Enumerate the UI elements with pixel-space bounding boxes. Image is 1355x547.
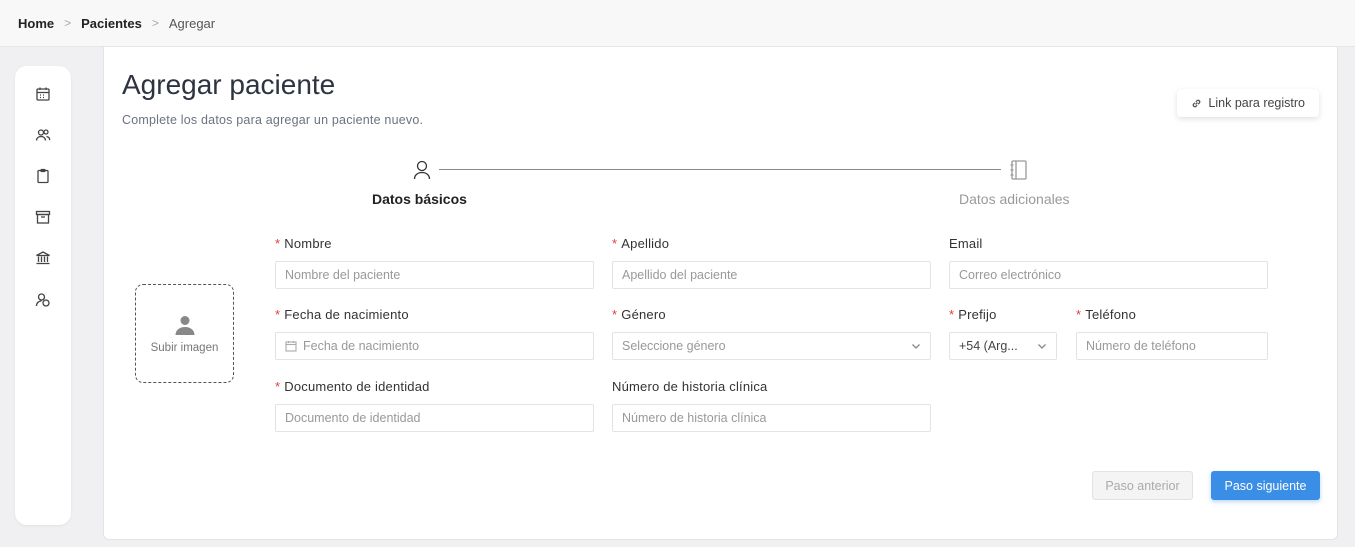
sidebar-item-calendar[interactable] [35, 86, 51, 102]
upload-image-label: Subir imagen [150, 341, 219, 354]
prefijo-value: +54 (Arg... [959, 339, 1018, 353]
historia-placeholder: Número de historia clínica [622, 411, 767, 425]
fecha-nacimiento-input[interactable]: Fecha de nacimiento [275, 332, 594, 360]
nombre-label: * Nombre [275, 236, 332, 251]
top-bar: Home > Pacientes > Agregar [0, 0, 1355, 47]
required-mark: * [275, 236, 281, 251]
page-subtitle: Complete los datos para agregar un pacie… [122, 113, 424, 127]
nombre-placeholder: Nombre del paciente [285, 268, 401, 282]
telefono-placeholder: Número de teléfono [1086, 339, 1196, 353]
apellido-label: * Apellido [612, 236, 669, 251]
user-circle-icon [35, 293, 50, 307]
stepper-connector [439, 169, 1001, 170]
step-basic-data-label[interactable]: Datos básicos [372, 191, 467, 207]
step-basic-data-icon [412, 159, 432, 181]
breadcrumb-separator: > [64, 16, 72, 30]
breadcrumb-current: Agregar [168, 15, 216, 31]
nombre-label-text: Nombre [284, 236, 332, 251]
next-step-button[interactable]: Paso siguiente [1211, 471, 1320, 500]
required-mark: * [275, 379, 281, 394]
sidebar-item-profile[interactable] [35, 292, 51, 308]
historia-clinica-input[interactable]: Número de historia clínica [612, 404, 931, 432]
main-card: Agregar paciente Complete los datos para… [103, 47, 1338, 540]
breadcrumb-home[interactable]: Home [18, 16, 54, 31]
page-title: Agregar paciente [122, 69, 336, 100]
fecha-label: * Fecha de nacimiento [275, 307, 409, 322]
calendar-icon [285, 341, 297, 352]
apellido-label-text: Apellido [621, 236, 670, 251]
calendar-icon [36, 87, 50, 101]
registration-link-button[interactable]: Link para registro [1177, 89, 1319, 117]
archive-icon [35, 210, 51, 224]
notebook-icon [1010, 160, 1027, 180]
apellido-input[interactable]: Apellido del paciente [612, 261, 931, 289]
sidebar-item-archive[interactable] [35, 209, 51, 225]
step-additional-data-label[interactable]: Datos adicionales [959, 191, 1070, 207]
chevron-down-icon [1038, 344, 1046, 349]
telefono-label-text: Teléfono [1085, 307, 1137, 322]
documento-label-text: Documento de identidad [284, 379, 430, 394]
historia-label: Número de historia clínica [612, 379, 768, 394]
step-additional-data-icon [1009, 159, 1029, 181]
registration-link-label: Link para registro [1208, 96, 1305, 110]
required-mark: * [949, 307, 955, 322]
prefijo-label: * Prefijo [949, 307, 997, 322]
breadcrumb: Home > Pacientes > Agregar [18, 16, 215, 31]
prefijo-select[interactable]: +54 (Arg... [949, 332, 1057, 360]
required-mark: * [612, 307, 618, 322]
bank-icon [36, 251, 50, 265]
sidebar-item-clipboard[interactable] [35, 168, 51, 184]
fecha-label-text: Fecha de nacimiento [284, 307, 409, 322]
documento-input[interactable]: Documento de identidad [275, 404, 594, 432]
user-icon [413, 160, 431, 180]
email-input[interactable]: Correo electrónico [949, 261, 1268, 289]
telefono-input[interactable]: Número de teléfono [1076, 332, 1268, 360]
email-placeholder: Correo electrónico [959, 268, 1062, 282]
genero-select[interactable]: Seleccione género [612, 332, 931, 360]
chevron-down-icon [912, 344, 920, 349]
fecha-placeholder: Fecha de nacimiento [303, 339, 420, 353]
sidebar-item-users[interactable] [35, 127, 51, 143]
user-placeholder-icon [175, 315, 194, 335]
telefono-label: * Teléfono [1076, 307, 1136, 322]
prefijo-label-text: Prefijo [958, 307, 997, 322]
clipboard-icon [37, 168, 49, 184]
documento-label: * Documento de identidad [275, 379, 430, 394]
breadcrumb-separator: > [151, 16, 159, 30]
email-label: Email [949, 236, 983, 251]
sidebar-item-bank[interactable] [35, 250, 51, 266]
genero-label: * Género [612, 307, 666, 322]
users-icon [35, 129, 51, 141]
upload-image-button[interactable]: Subir imagen [135, 284, 234, 383]
required-mark: * [275, 307, 281, 322]
sidebar [15, 66, 71, 525]
link-icon [1193, 99, 1201, 107]
breadcrumb-pacientes[interactable]: Pacientes [81, 16, 142, 31]
genero-label-text: Género [621, 307, 666, 322]
previous-step-button[interactable]: Paso anterior [1092, 471, 1193, 500]
documento-placeholder: Documento de identidad [285, 411, 421, 425]
required-mark: * [612, 236, 618, 251]
nombre-input[interactable]: Nombre del paciente [275, 261, 594, 289]
apellido-placeholder: Apellido del paciente [622, 268, 738, 282]
genero-placeholder: Seleccione género [622, 339, 726, 353]
required-mark: * [1076, 307, 1082, 322]
